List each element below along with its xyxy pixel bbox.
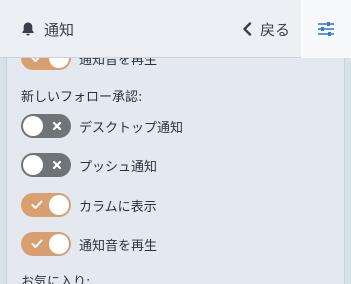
chevron-left-icon [242, 22, 252, 36]
check-icon [27, 58, 47, 70]
column-title-label: 通知 [44, 20, 75, 39]
setting-row-show-in-column: カラムに表示 [21, 193, 157, 217]
setting-label: プッシュ通知 [79, 159, 158, 175]
toggle-switch[interactable] [21, 153, 71, 177]
back-button-label: 戻る [260, 20, 291, 39]
follow-requests-heading: 新しいフォロー承認: [21, 90, 143, 105]
toggle-knob [49, 195, 69, 215]
toggle-knob [23, 155, 43, 175]
setting-row-push: プッシュ通知 [21, 153, 157, 177]
column-header: 通知 戻る [0, 0, 351, 58]
toggle-knob [49, 58, 69, 68]
column-title: 通知 [20, 0, 74, 58]
check-icon [27, 232, 47, 256]
notifications-column: 通知 戻る 通知音を再生 新しいフォロー承認: デスクトップ通知 プッシュ通知 … [0, 0, 351, 284]
column-settings-panel: 通知音を再生 新しいフォロー承認: デスクトップ通知 プッシュ通知 カラムに表示… [6, 58, 345, 284]
toggle-knob [23, 116, 43, 136]
bell-icon [20, 21, 36, 37]
x-icon [47, 153, 67, 177]
toggle-switch[interactable] [21, 193, 71, 217]
setting-label: 通知音を再生 [79, 238, 158, 254]
back-button[interactable]: 戻る [242, 0, 290, 58]
favourites-heading: お気に入り: [21, 275, 91, 284]
setting-row-partial: 通知音を再生 [21, 58, 157, 70]
setting-row-desktop: デスクトップ通知 [21, 114, 183, 138]
toggle-knob [49, 234, 69, 254]
toggle-switch[interactable] [21, 58, 71, 70]
sliders-icon [317, 21, 335, 37]
setting-row-sound: 通知音を再生 [21, 232, 157, 256]
toggle-switch[interactable] [21, 114, 71, 138]
setting-label: 通知音を再生 [79, 58, 158, 68]
x-icon [47, 114, 67, 138]
column-settings-button[interactable] [301, 0, 351, 58]
setting-label: カラムに表示 [79, 199, 157, 215]
toggle-switch[interactable] [21, 232, 71, 256]
setting-label: デスクトップ通知 [79, 120, 184, 136]
check-icon [27, 193, 47, 217]
